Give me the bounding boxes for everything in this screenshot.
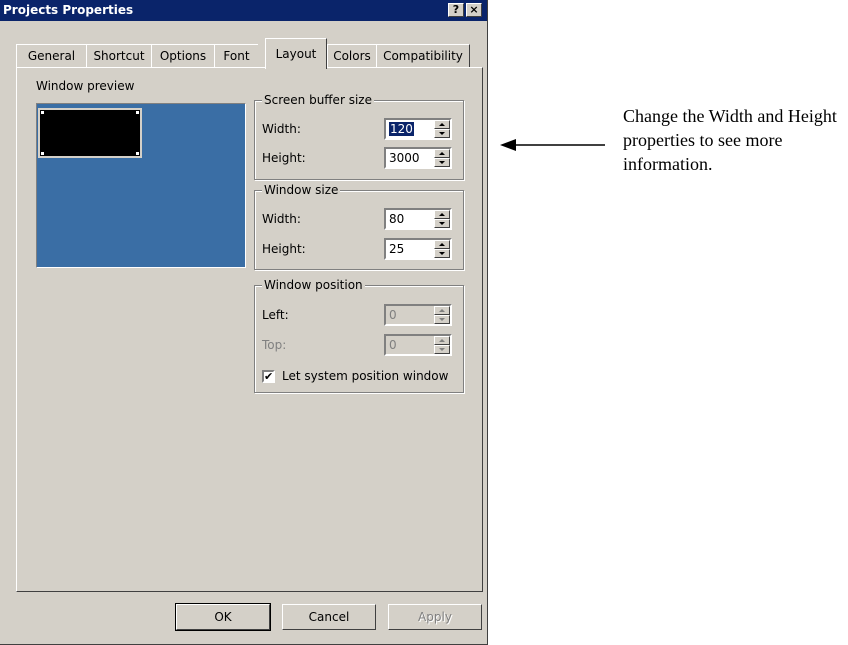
close-icon: × [469, 3, 479, 16]
ok-button[interactable]: OK [175, 603, 271, 631]
screen-buffer-legend: Screen buffer size [262, 93, 374, 107]
spin-up-icon[interactable] [434, 210, 450, 219]
spin-down-icon[interactable] [434, 249, 450, 258]
window-width-spinner[interactable]: 80 [384, 208, 452, 230]
buffer-width-spinner[interactable]: 120 [384, 118, 452, 140]
close-button[interactable]: × [466, 3, 482, 17]
position-left-spinner[interactable]: 0 [384, 304, 452, 326]
title-bar[interactable]: Projects Properties ? × [0, 0, 487, 21]
question-mark-icon: ? [452, 3, 460, 16]
position-top-value[interactable]: 0 [389, 338, 397, 352]
properties-dialog: Projects Properties ? × General Shortcut… [0, 0, 488, 645]
window-width-label: Width: [262, 212, 301, 226]
spin-up-icon[interactable] [434, 240, 450, 249]
position-top-label: Top: [262, 338, 287, 352]
window-size-legend: Window size [262, 183, 341, 197]
buffer-height-label: Height: [262, 151, 306, 165]
buffer-width-label: Width: [262, 122, 301, 136]
window-width-value[interactable]: 80 [389, 212, 404, 226]
buffer-height-value[interactable]: 3000 [389, 151, 420, 165]
tab-general[interactable]: General [16, 44, 87, 68]
cancel-button[interactable]: Cancel [282, 604, 376, 630]
tab-compatibility[interactable]: Compatibility [376, 44, 470, 68]
help-button[interactable]: ? [448, 3, 464, 17]
apply-button[interactable]: Apply [388, 604, 482, 630]
window-height-label: Height: [262, 242, 306, 256]
spin-up-icon[interactable] [434, 149, 450, 158]
spin-down-icon[interactable] [434, 158, 450, 167]
left-arrow-icon [500, 139, 605, 151]
cancel-button-label: Cancel [308, 610, 350, 624]
spin-down-icon[interactable] [434, 315, 450, 324]
position-left-value[interactable]: 0 [389, 308, 397, 322]
buffer-height-spinner[interactable]: 3000 [384, 147, 452, 169]
window-height-spinner[interactable]: 25 [384, 238, 452, 260]
spin-up-icon[interactable] [434, 306, 450, 315]
apply-button-label: Apply [418, 610, 452, 624]
preview-console-window [38, 108, 142, 158]
position-top-spinner[interactable]: 0 [384, 334, 452, 356]
tab-layout[interactable]: Layout [265, 38, 327, 69]
window-preview-label: Window preview [36, 79, 135, 93]
ok-button-label: OK [214, 610, 232, 624]
spin-up-icon[interactable] [434, 336, 450, 345]
spin-down-icon[interactable] [434, 219, 450, 228]
window-position-legend: Window position [262, 278, 365, 292]
tab-font[interactable]: Font [214, 44, 258, 68]
tab-colors[interactable]: Colors [327, 44, 377, 68]
spin-down-icon[interactable] [434, 129, 450, 138]
position-left-label: Left: [262, 308, 289, 322]
spin-up-icon[interactable] [434, 120, 450, 129]
tab-shortcut[interactable]: Shortcut [86, 44, 152, 68]
let-system-position-label[interactable]: Let system position window [282, 369, 448, 383]
annotation-text: Change the Width and Height properties t… [623, 106, 837, 174]
let-system-position-checkbox[interactable]: ✔ [262, 370, 275, 383]
window-height-value[interactable]: 25 [389, 242, 404, 256]
tab-options[interactable]: Options [151, 44, 215, 68]
checkmark-icon: ✔ [264, 370, 274, 383]
dialog-title: Projects Properties [3, 3, 134, 17]
spin-down-icon[interactable] [434, 345, 450, 354]
buffer-width-value[interactable]: 120 [389, 122, 414, 136]
